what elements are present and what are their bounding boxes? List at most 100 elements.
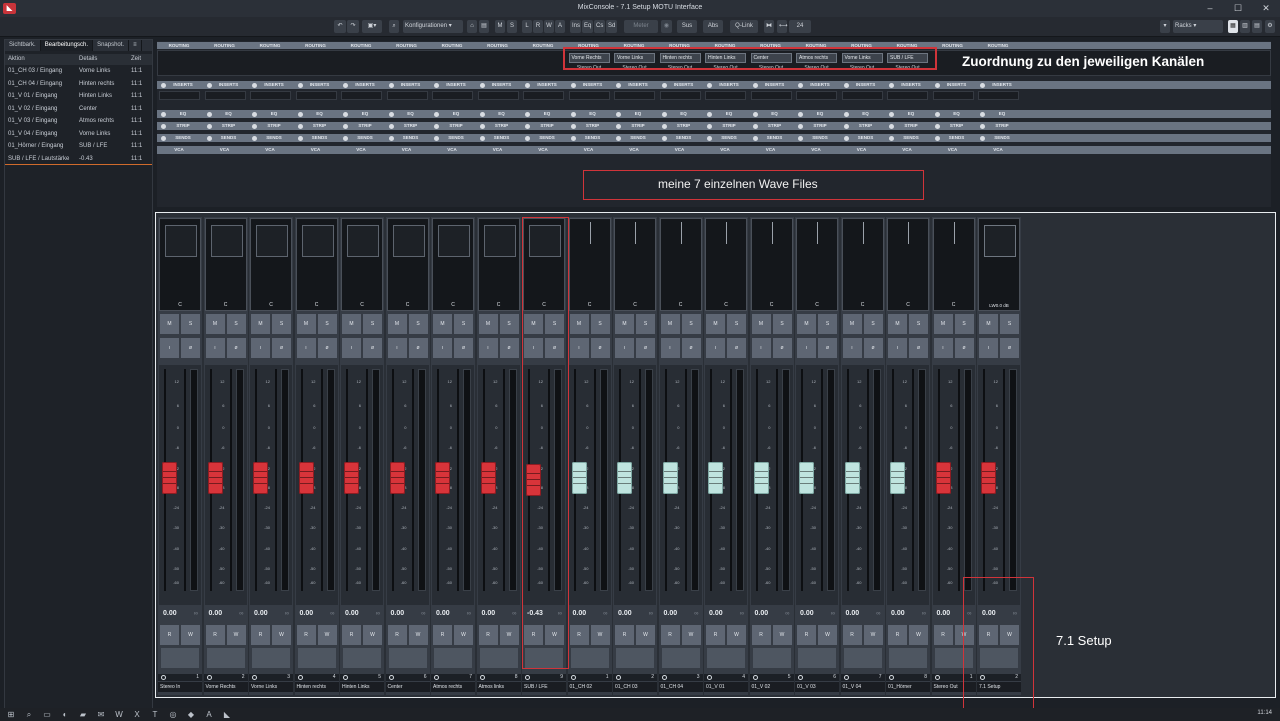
vca-label[interactable]: VCA <box>794 147 838 152</box>
solo-button[interactable]: S <box>181 314 200 334</box>
mute-all-button[interactable]: M <box>495 20 505 33</box>
inserts-label[interactable]: INSERTS <box>347 82 383 87</box>
solo-button[interactable]: S <box>863 314 883 334</box>
strip-label[interactable]: STRIP <box>256 123 292 128</box>
fader-handle[interactable] <box>753 462 769 494</box>
fader-handle[interactable] <box>890 462 905 494</box>
strip-label[interactable]: STRIP <box>302 123 338 128</box>
routing-label[interactable]: ROUTING <box>521 43 565 48</box>
insert-slot[interactable] <box>568 91 610 100</box>
phase-button[interactable]: ø <box>454 338 473 358</box>
teams-icon[interactable]: T <box>148 710 162 720</box>
history-row[interactable]: 01_V 03 / Eingang Atmos rechts 11:1 <box>5 115 152 128</box>
strip-label[interactable]: STRIP <box>484 123 520 128</box>
vca-label[interactable]: VCA <box>248 147 292 152</box>
sends-label[interactable]: SENDS <box>893 135 929 140</box>
channel-edit-button[interactable] <box>479 648 518 668</box>
solo-button[interactable]: S <box>909 314 928 334</box>
solo-button[interactable]: S <box>772 314 792 334</box>
insert-slot[interactable] <box>932 91 974 100</box>
channel-name[interactable]: Center <box>385 682 430 692</box>
phase-button[interactable]: ø <box>317 338 337 358</box>
suspend-button[interactable]: Sus <box>677 20 697 33</box>
mute-button[interactable]: M <box>615 314 634 334</box>
channel-enable-icon[interactable] <box>206 675 212 680</box>
channel-edit-button[interactable] <box>843 648 882 668</box>
monitor-button[interactable]: ı <box>660 338 680 358</box>
strip-label[interactable]: STRIP <box>438 123 474 128</box>
pan-box[interactable] <box>392 225 425 257</box>
inserts-label[interactable]: INSERTS <box>620 82 656 87</box>
volume-value[interactable]: 0.00 ∞ <box>250 608 292 620</box>
channel-edit-button[interactable] <box>798 648 836 668</box>
volume-value[interactable]: 0.00 ∞ <box>205 608 247 620</box>
write-button[interactable]: W <box>544 20 554 33</box>
channel-name[interactable]: 01_V 04 <box>840 682 885 692</box>
panner-display[interactable]: LW0.0 dB <box>978 218 1020 311</box>
eq-label[interactable]: EQ <box>711 111 747 116</box>
insert-slot[interactable] <box>341 91 382 100</box>
inserts-label[interactable]: INSERTS <box>529 82 565 87</box>
insert-slot[interactable] <box>978 91 1019 100</box>
volume-value[interactable]: 0.00 ∞ <box>660 608 702 620</box>
channel-enable-icon[interactable] <box>434 675 439 680</box>
pan-box[interactable] <box>210 225 243 257</box>
routing-label[interactable]: ROUTING <box>931 43 975 48</box>
strip-label[interactable]: STRIP <box>529 123 565 128</box>
read-automation-button[interactable]: R <box>387 625 407 645</box>
phase-button[interactable]: ø <box>226 338 246 358</box>
view-dropdown-icon[interactable]: ▣▾ <box>362 20 382 33</box>
channel-enable-icon[interactable] <box>388 675 394 680</box>
channel-enable-icon[interactable] <box>752 675 758 680</box>
history-row[interactable]: 01_CH 03 / Eingang Vorne Links 11:1 <box>5 65 152 78</box>
channel-name[interactable]: Vorne Links <box>249 682 293 692</box>
fader-handle[interactable] <box>207 462 223 494</box>
volume-value[interactable]: 0.00 ∞ <box>159 608 201 620</box>
sends-label[interactable]: SENDS <box>802 135 838 140</box>
panner-display[interactable]: C <box>705 218 747 311</box>
volume-value[interactable]: 0.00 ∞ <box>296 608 338 620</box>
write-automation-button[interactable]: W <box>772 625 792 645</box>
panner-display[interactable]: C <box>432 218 474 311</box>
volume-value[interactable]: 0.00 ∞ <box>796 608 838 620</box>
write-automation-button[interactable]: W <box>818 625 837 645</box>
fader-handle[interactable] <box>344 462 359 494</box>
sends-bypass-button[interactable]: Sd <box>606 20 617 33</box>
write-automation-button[interactable]: W <box>226 625 246 645</box>
channel-enable-icon[interactable] <box>798 675 803 680</box>
channel-name[interactable]: Hinten rechts <box>294 682 339 692</box>
inserts-label[interactable]: INSERTS <box>984 82 1020 87</box>
channel-enable-icon[interactable] <box>661 675 667 680</box>
eq-bypass-button[interactable]: Eq <box>582 20 593 33</box>
routing-label[interactable]: ROUTING <box>248 43 292 48</box>
solo-all-button[interactable]: S <box>507 20 517 33</box>
volume-value[interactable]: 0.00 ∞ <box>751 608 793 620</box>
sends-label[interactable]: SENDS <box>984 135 1020 140</box>
insert-slot[interactable] <box>159 91 200 100</box>
mute-button[interactable]: M <box>387 314 407 334</box>
explorer-icon[interactable]: ▰ <box>76 710 90 720</box>
insert-slot[interactable] <box>750 91 792 100</box>
mute-button[interactable]: M <box>660 314 680 334</box>
channel-edit-button[interactable] <box>889 648 927 668</box>
vca-label[interactable]: VCA <box>703 147 747 152</box>
mute-button[interactable]: M <box>205 314 225 334</box>
width-icon[interactable]: ⟷ <box>777 20 788 33</box>
mail-icon[interactable]: ✉ <box>94 710 108 720</box>
insert-slot[interactable] <box>204 91 246 100</box>
volume-value[interactable]: 0.00 ∞ <box>842 608 884 620</box>
history-row[interactable]: 01_CH 04 / Eingang Hinten rechts 11:1 <box>5 78 152 91</box>
inserts-label[interactable]: INSERTS <box>438 82 474 87</box>
panner-display[interactable]: C <box>477 218 520 311</box>
home-icon[interactable]: ⌂ <box>467 20 477 33</box>
tab-snapshots[interactable]: Snapshot. <box>93 40 130 51</box>
eq-label[interactable]: EQ <box>302 111 338 116</box>
channel-enable-icon[interactable] <box>252 675 257 680</box>
solo-button[interactable]: S <box>681 314 701 334</box>
monitor-button[interactable]: ı <box>296 338 316 358</box>
insert-slot[interactable] <box>796 91 837 100</box>
channel-edit-button[interactable] <box>388 648 427 668</box>
solo-button[interactable]: S <box>499 314 519 334</box>
routing-label[interactable]: ROUTING <box>157 43 201 48</box>
channel-edit-button[interactable] <box>616 648 654 668</box>
